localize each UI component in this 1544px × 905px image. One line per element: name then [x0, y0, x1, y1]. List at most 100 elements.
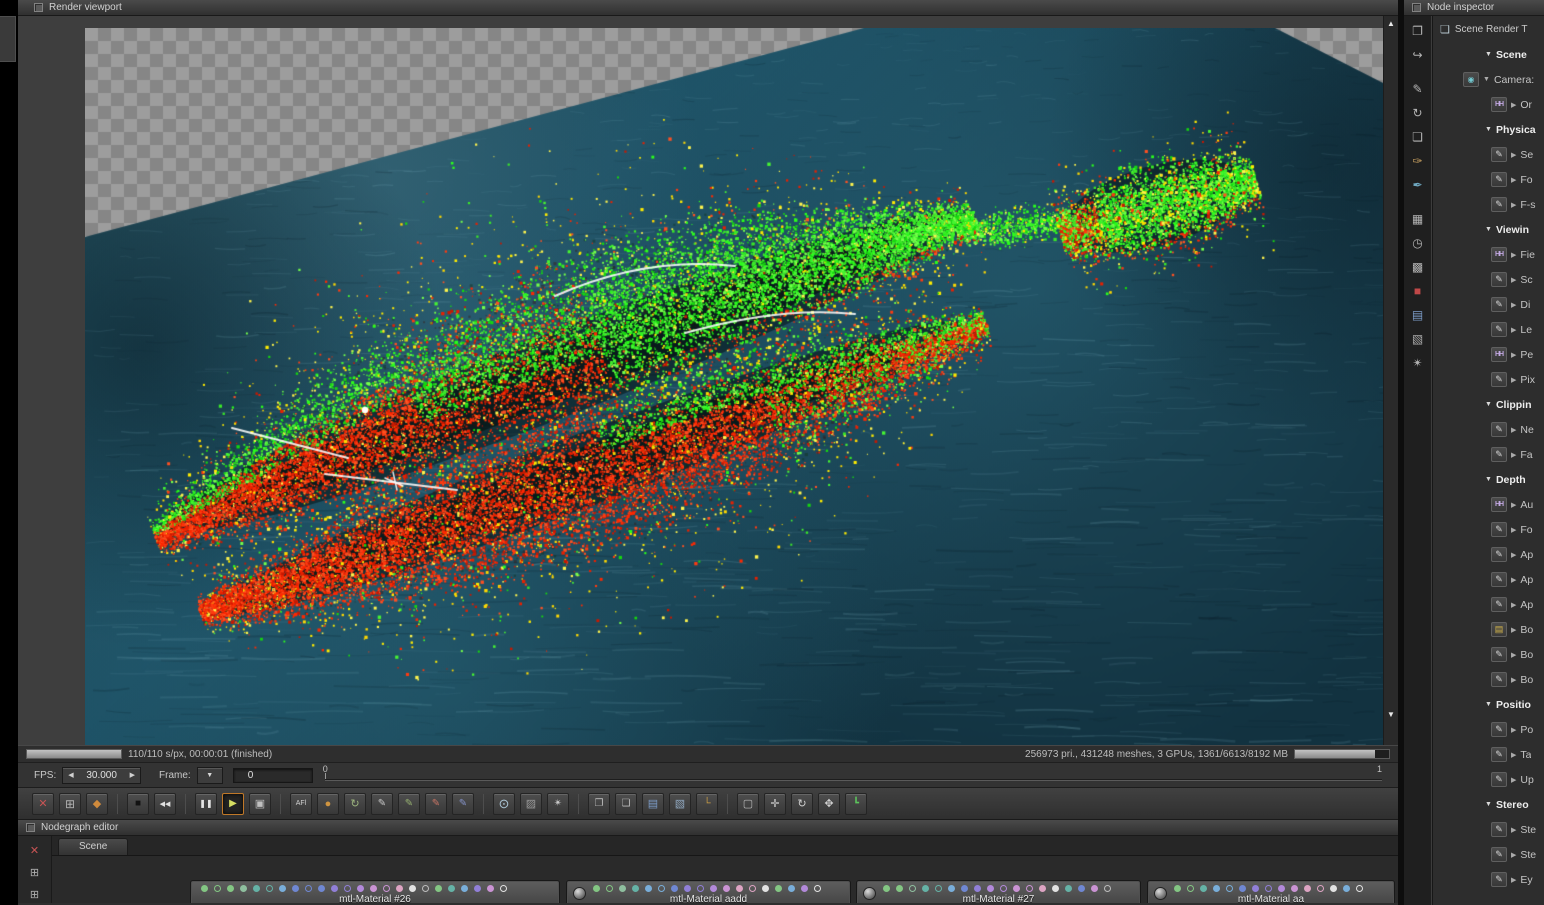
spinner-left-icon[interactable]: ◀	[68, 771, 73, 779]
effects-button[interactable]: ✴	[547, 792, 569, 815]
tree-section-positio[interactable]: ▼ Positio	[1437, 692, 1544, 717]
move-tool-button[interactable]: ✛	[764, 792, 786, 815]
edit-icon[interactable]: ✎	[1491, 647, 1507, 662]
copy-layer-button[interactable]: ❐	[588, 792, 610, 815]
collapse-arrow-icon[interactable]: ▼	[1485, 51, 1492, 58]
node-port[interactable]	[435, 885, 442, 892]
blue-stack-icon[interactable]: ▤	[1408, 305, 1428, 325]
node-port[interactable]	[474, 885, 481, 892]
tree-item-pix[interactable]: ✎ ▶ Pix	[1437, 367, 1544, 392]
node-port[interactable]	[448, 885, 455, 892]
collapse-arrow-icon[interactable]: ▼	[1485, 226, 1492, 233]
node-mtl-material-aa[interactable]: mtl-Material aa	[1147, 880, 1395, 903]
node-port[interactable]	[1039, 885, 1046, 892]
keys-icon[interactable]: HH	[1491, 247, 1507, 262]
node-port[interactable]	[922, 885, 929, 892]
scale-tool-button[interactable]: ✥	[818, 792, 840, 815]
node-port[interactable]	[487, 885, 494, 892]
rotate-tool-button[interactable]: ↻	[791, 792, 813, 815]
node-port[interactable]	[1200, 885, 1207, 892]
node-port[interactable]	[1078, 885, 1085, 892]
collapse-arrow-icon[interactable]: ▼	[1485, 401, 1492, 408]
expand-arrow-icon[interactable]: ▶	[1511, 151, 1516, 159]
grid-snap-button[interactable]: ⊞	[59, 792, 81, 815]
tree-item-bo[interactable]: ▤ ▶ Bo	[1437, 617, 1544, 642]
checker-icon[interactable]: ▩	[1408, 257, 1428, 277]
node-port[interactable]	[409, 885, 416, 892]
viewport-scrollbar[interactable]: ▲ ▼	[1383, 16, 1398, 745]
expand-arrow-icon[interactable]: ▶	[1511, 601, 1516, 609]
fps-spinner[interactable]: ◀ 30.000 ▶	[62, 766, 142, 784]
expand-arrow-icon[interactable]: ▶	[1511, 201, 1516, 209]
expand-arrow-icon[interactable]: ▶	[1511, 826, 1516, 834]
node-port[interactable]	[896, 885, 903, 892]
expand-arrow-icon[interactable]: ▶	[1511, 101, 1516, 109]
node-port[interactable]	[606, 885, 613, 892]
node-port[interactable]	[1265, 885, 1272, 892]
node-port[interactable]	[801, 885, 808, 892]
display-button[interactable]: ▣	[249, 792, 271, 815]
timeline-track[interactable]	[324, 779, 1382, 781]
node-port[interactable]	[500, 885, 507, 892]
link-icon[interactable]: ↪	[1408, 45, 1428, 65]
collapsed-panel-edge[interactable]	[0, 16, 16, 62]
tree-section-stereo[interactable]: ▼ Stereo	[1437, 792, 1544, 817]
node-port[interactable]	[710, 885, 717, 892]
node-box-button[interactable]: ▤	[642, 792, 664, 815]
tree-item-se[interactable]: ✎ ▶ Se	[1437, 142, 1544, 167]
node-port[interactable]	[1343, 885, 1350, 892]
node-port[interactable]	[788, 885, 795, 892]
shader-ball-button[interactable]: ●	[317, 792, 339, 815]
node-port[interactable]	[645, 885, 652, 892]
node-port[interactable]	[723, 885, 730, 892]
node-port[interactable]	[697, 885, 704, 892]
edit-icon[interactable]: ✎	[1491, 672, 1507, 687]
scrollbar-track[interactable]	[1384, 32, 1398, 707]
node-port[interactable]	[1226, 885, 1233, 892]
tree-item-sc[interactable]: ✎ ▶ Sc	[1437, 267, 1544, 292]
expand-arrow-icon[interactable]: ▶	[1511, 851, 1516, 859]
edit-icon[interactable]: ✎	[1491, 847, 1507, 862]
node-port[interactable]	[201, 885, 208, 892]
node-port[interactable]	[1052, 885, 1059, 892]
tree-item-fo[interactable]: ✎ ▶ Fo	[1437, 517, 1544, 542]
node-mtl-material-aadd[interactable]: mtl-Material aadd	[566, 880, 851, 903]
tree-item-or[interactable]: HH ▶ Or	[1437, 92, 1544, 117]
node-port[interactable]	[762, 885, 769, 892]
expand-arrow-icon[interactable]: ▶	[1511, 651, 1516, 659]
scroll-up-icon[interactable]: ▲	[1384, 16, 1398, 32]
snap-move-icon[interactable]: ✕	[25, 842, 45, 858]
tree-item-camera-[interactable]: ◉ ▼ Camera:	[1437, 67, 1544, 92]
node-mtl-material-26[interactable]: mtl-Material #26	[190, 880, 560, 903]
tree-section-clippin[interactable]: ▼ Clippin	[1437, 392, 1544, 417]
pause-button[interactable]: ❚❚	[195, 792, 217, 815]
folder-icon[interactable]: ▤	[1491, 622, 1507, 637]
expand-arrow-icon[interactable]: ▶	[1511, 551, 1516, 559]
keys-icon[interactable]: HH	[1491, 347, 1507, 362]
node-port[interactable]	[266, 885, 273, 892]
tree-item-ne[interactable]: ✎ ▶ Ne	[1437, 417, 1544, 442]
expand-arrow-icon[interactable]: ▶	[1511, 301, 1516, 309]
node-port[interactable]	[1091, 885, 1098, 892]
node-port[interactable]	[1213, 885, 1220, 892]
tree-section-scene[interactable]: ▼ Scene	[1437, 42, 1544, 67]
node-port[interactable]	[1291, 885, 1298, 892]
frame-value-field[interactable]: 0	[232, 767, 313, 783]
image-icon[interactable]: ▧	[1408, 329, 1428, 349]
edit-icon[interactable]: ✎	[1491, 772, 1507, 787]
node-port[interactable]	[344, 885, 351, 892]
bounding-box-button[interactable]: ▢	[737, 792, 759, 815]
node-port[interactable]	[357, 885, 364, 892]
tree-item-po[interactable]: ✎ ▶ Po	[1437, 717, 1544, 742]
node-port[interactable]	[1187, 885, 1194, 892]
node-port[interactable]	[987, 885, 994, 892]
expand-arrow-icon[interactable]: ▶	[1511, 751, 1516, 759]
tree-item-ste[interactable]: ✎ ▶ Ste	[1437, 817, 1544, 842]
node-port[interactable]	[948, 885, 955, 892]
node-port[interactable]	[292, 885, 299, 892]
edit-icon[interactable]: ✎	[1491, 422, 1507, 437]
node-port[interactable]	[961, 885, 968, 892]
expand-arrow-icon[interactable]: ▶	[1511, 451, 1516, 459]
render-image[interactable]	[85, 28, 1383, 745]
keys-icon[interactable]: HH	[1491, 97, 1507, 112]
